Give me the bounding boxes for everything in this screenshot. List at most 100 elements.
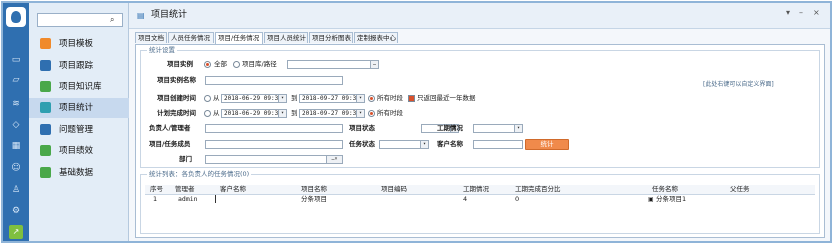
instance-lib-radio[interactable]	[233, 61, 240, 68]
planned-from-radio[interactable]	[204, 110, 211, 117]
sidebar-item-issues[interactable]: 问题管理	[29, 120, 129, 140]
cell-project-name: 分条项目	[301, 195, 327, 203]
col-duration[interactable]: 工期情况	[463, 185, 489, 194]
gear-icon[interactable]: ⚙	[10, 206, 22, 216]
col-manager[interactable]: 管理者	[175, 185, 195, 194]
created-all-periods-radio[interactable]	[368, 95, 375, 102]
owner-input[interactable]	[205, 124, 343, 133]
chevron-down-icon[interactable]: ▾	[420, 141, 428, 148]
chevron-down-icon[interactable]: ▾	[514, 125, 522, 132]
col-project-name[interactable]: 项目名称	[301, 185, 327, 194]
created-to-value: 2018-09-27 09:36	[302, 95, 360, 102]
sidebar-item-template[interactable]: 项目模板	[29, 34, 129, 54]
export-icon[interactable]: ↗	[9, 225, 23, 239]
sidebar: ⌕ 项目模板 项目跟踪 项目知识库 项目统计 问题管理 项目绩效 基础数据	[29, 3, 129, 241]
col-customer[interactable]: 客户名称	[220, 185, 246, 194]
issue-icon	[40, 124, 51, 135]
instance-label: 项目实例	[167, 60, 193, 68]
task-icon: ▣	[648, 196, 654, 203]
tab-staff-stats[interactable]: 项目人员统计	[264, 32, 308, 43]
task-status-select[interactable]: ▾	[379, 140, 429, 149]
grid-icon[interactable]: ▦	[10, 141, 22, 151]
sidebar-item-label: 项目知识库	[59, 82, 102, 92]
col-parent-task[interactable]: 父任务	[730, 185, 750, 194]
dept-browse-button[interactable]: …×	[326, 156, 342, 163]
tab-report-center[interactable]: 定制报表中心	[354, 32, 398, 43]
chevron-down-icon[interactable]: ▾	[356, 95, 364, 102]
basic-data-icon	[40, 167, 51, 178]
planned-all-periods-radio[interactable]	[368, 110, 375, 117]
table-row[interactable]: 1 admin 分条项目 4 0 ▣ 分条项目1	[145, 195, 815, 205]
performance-icon	[40, 145, 51, 156]
customer-input[interactable]	[473, 140, 523, 149]
created-to-input[interactable]: 2018-09-27 09:36 ▾	[299, 94, 365, 103]
created-to-label: 到	[291, 94, 298, 102]
sidebar-item-performance[interactable]: 项目绩效	[29, 141, 129, 161]
member-label: 项目/任务成员	[149, 140, 191, 148]
browse-button[interactable]: …	[370, 61, 378, 68]
instance-all-label: 全部	[214, 60, 227, 68]
planned-from-input[interactable]: 2018-06-29 09:36 ▾	[221, 109, 287, 118]
planned-from-value: 2018-06-29 09:36	[224, 110, 282, 117]
tab-analysis-charts[interactable]: 项目分析图表	[309, 32, 353, 43]
planned-from-label: 从	[213, 109, 220, 117]
planned-to-label: 到	[291, 109, 298, 117]
search-icon[interactable]: ⌕	[110, 15, 120, 25]
dropdown-icon[interactable]: ▾	[786, 8, 790, 17]
tab-personnel-tasks[interactable]: 人员任务情况	[168, 32, 214, 43]
user-icon[interactable]: ♙	[10, 185, 22, 195]
chevron-down-icon[interactable]: ▾	[278, 110, 286, 117]
settings-group: 统计设置 [此处右键可以自定义界面] 项目实例 全部 项目库/路径 … 项目实例…	[140, 46, 820, 168]
sidebar-item-label: 项目绩效	[59, 146, 94, 156]
tab-project-tasks[interactable]: 项目/任务情况	[215, 32, 263, 44]
sidebar-item-tracking[interactable]: 项目跟踪	[29, 56, 129, 76]
created-from-radio[interactable]	[204, 95, 211, 102]
statistics-icon	[40, 102, 51, 113]
main-content: ▤ 项目统计 ▾ – × 项目文档 人员任务情况 项目/任务情况 项目人员统计 …	[129, 3, 830, 241]
task-status-label: 任务状态	[349, 140, 375, 148]
settings-group-title: 统计设置	[147, 46, 177, 54]
monitor-icon[interactable]: ▭	[10, 55, 22, 65]
workhours-label: 工期情况	[437, 124, 463, 132]
close-icon[interactable]: ×	[813, 8, 820, 17]
customize-hint: [此处右键可以自定义界面]	[703, 81, 774, 88]
instance-all-radio[interactable]	[204, 61, 211, 68]
sidebar-item-label: 项目跟踪	[59, 61, 94, 71]
col-project-code[interactable]: 项目编码	[381, 185, 407, 194]
recent-year-checkbox[interactable]	[408, 95, 415, 102]
sidebar-item-knowledge[interactable]: 项目知识库	[29, 77, 129, 97]
sidebar-item-basic-data[interactable]: 基础数据	[29, 163, 129, 183]
cell-task-name: 分条项目1	[656, 195, 687, 203]
chart-icon[interactable]: ≋	[10, 99, 22, 109]
stat-button[interactable]: 统计	[525, 139, 569, 150]
planned-time-label: 计划完成时间	[157, 109, 196, 117]
sidebar-item-label: 问题管理	[59, 125, 94, 135]
search-input[interactable]: ⌕	[37, 13, 123, 27]
folder-icon[interactable]: ▱	[10, 75, 22, 85]
knowledge-icon	[40, 81, 51, 92]
people-icon[interactable]: ☺	[10, 163, 22, 173]
col-percent[interactable]: 工期完成百分比	[515, 185, 561, 194]
icon-rail: ▭ ▱ ≋ ◇ ▦ ☺ ♙ ⚙ ↗	[3, 3, 29, 241]
dept-input[interactable]: …×	[205, 155, 343, 164]
planned-to-input[interactable]: 2018-09-27 09:36 ▾	[299, 109, 365, 118]
member-input[interactable]	[205, 140, 343, 149]
cube-icon[interactable]: ◇	[10, 120, 22, 130]
created-from-input[interactable]: 2018-06-29 09:36 ▾	[221, 94, 287, 103]
col-no[interactable]: 序号	[150, 185, 163, 194]
instance-name-input[interactable]	[205, 76, 343, 85]
table-header: 序号 管理者 客户名称 项目名称 项目编码 工期情况 工期完成百分比 任务名称 …	[145, 185, 815, 195]
page-title: 项目统计	[151, 10, 188, 20]
template-icon	[40, 38, 51, 49]
tab-panel: 统计设置 [此处右键可以自定义界面] 项目实例 全部 项目库/路径 … 项目实例…	[135, 44, 825, 238]
owner-label: 负责人/管理者	[149, 124, 191, 132]
instance-path-input[interactable]: …	[287, 60, 379, 69]
chevron-down-icon[interactable]: ▾	[278, 95, 286, 102]
workhours-select[interactable]: ▾	[473, 124, 523, 133]
customer-label: 客户名称	[437, 140, 463, 148]
chevron-down-icon[interactable]: ▾	[356, 110, 364, 117]
sidebar-item-statistics[interactable]: 项目统计	[29, 98, 129, 118]
col-task-name[interactable]: 任务名称	[652, 185, 678, 194]
minimize-icon[interactable]: –	[799, 8, 803, 17]
tab-documents[interactable]: 项目文档	[135, 32, 167, 43]
